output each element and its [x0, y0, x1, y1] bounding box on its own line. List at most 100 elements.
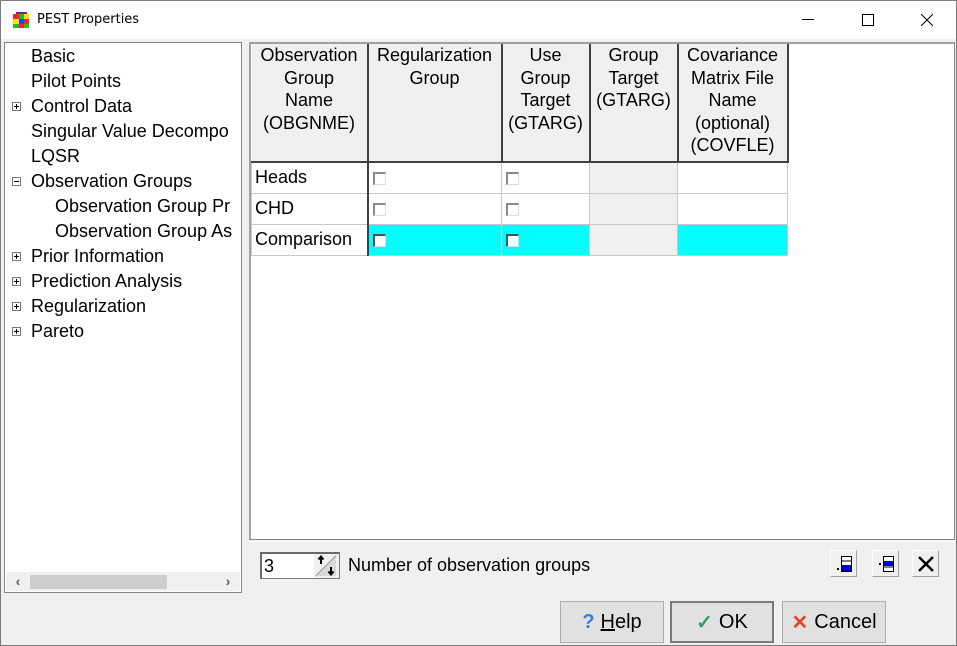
use-target-checkbox[interactable] — [506, 172, 519, 185]
tree-item-label: Singular Value Decompo — [31, 121, 229, 141]
scroll-left-icon[interactable]: ‹ — [8, 572, 28, 591]
tree-item[interactable]: Control Data — [12, 94, 133, 119]
tree-item[interactable]: Observation Groups — [12, 169, 193, 194]
close-button[interactable] — [898, 1, 956, 39]
insert-row-before-icon — [836, 555, 852, 572]
column-header-line: (GTARG) — [596, 90, 671, 110]
regularization-group-cell[interactable] — [367, 192, 502, 225]
insert-row-before-button[interactable] — [830, 550, 857, 577]
column-header-line: Name — [284, 90, 333, 110]
expand-plus-icon[interactable] — [12, 102, 21, 111]
table-row[interactable]: CHD — [251, 192, 788, 225]
collapse-minus-icon[interactable] — [12, 177, 21, 186]
covariance-file-cell[interactable] — [677, 161, 788, 194]
column-header-line: (OBGNME) — [263, 112, 355, 133]
tree-item[interactable]: Observation Group As — [55, 219, 232, 244]
expand-plus-icon[interactable] — [12, 252, 21, 261]
group-name-cell[interactable]: Comparison — [251, 223, 369, 256]
grid-controls-panel: 3 Number of observation groups — [249, 541, 955, 593]
tree-item[interactable]: Singular Value Decompo — [31, 119, 229, 144]
expand-plus-icon[interactable] — [12, 277, 21, 286]
regularization-group-cell[interactable] — [367, 223, 502, 256]
cancel-x-icon: ✕ — [791, 611, 809, 634]
spin-up-down-button[interactable] — [314, 554, 339, 578]
group-target-cell — [589, 161, 678, 194]
column-header[interactable]: Group Target (GTARG) — [588, 44, 679, 163]
group-name-cell[interactable]: Heads — [251, 161, 369, 194]
ok-button[interactable]: ✓ OK — [670, 601, 774, 643]
tree-item-label: Observation Groups — [31, 171, 193, 191]
tree-item[interactable]: LQSR — [31, 144, 80, 169]
tree-item[interactable]: Pareto — [12, 319, 85, 344]
tree-item[interactable]: Regularization — [12, 294, 147, 319]
table-row[interactable]: Heads — [251, 161, 788, 194]
regularization-checkbox[interactable] — [372, 233, 386, 247]
use-group-target-cell[interactable] — [501, 192, 590, 225]
column-header[interactable]: Observation Group Name (OBGNME) — [251, 44, 369, 163]
column-header-line: Group — [409, 67, 460, 88]
tree-item-label: Regularization — [31, 296, 147, 316]
column-header-line: Name — [708, 90, 757, 110]
column-header[interactable]: Regularization Group — [366, 44, 503, 163]
tree-item-label: Prediction Analysis — [31, 271, 183, 291]
insert-row-after-button[interactable] — [872, 550, 899, 577]
column-header-line: (COVFLE) — [690, 135, 775, 155]
group-count-spinner[interactable]: 3 — [260, 552, 340, 579]
expand-plus-icon[interactable] — [12, 302, 21, 311]
delete-row-button[interactable] — [912, 550, 939, 577]
tree-item[interactable]: Prior Information — [12, 244, 164, 269]
window-title: PEST Properties — [37, 12, 140, 27]
delete-row-icon — [917, 555, 934, 572]
use-group-target-cell[interactable] — [501, 161, 590, 194]
regularization-checkbox[interactable] — [372, 202, 386, 216]
covariance-file-cell[interactable] — [677, 223, 788, 256]
tree-item-label: Pareto — [31, 321, 85, 341]
ok-label: OK — [718, 610, 748, 633]
column-header-line: (GTARG) — [508, 112, 583, 133]
help-icon: ? — [582, 610, 595, 633]
tree-item[interactable]: Basic — [31, 44, 75, 69]
observation-groups-grid: Observation Group Name (OBGNME) Regularizati… — [249, 42, 955, 540]
tree-item-label: Observation Group As — [55, 221, 233, 241]
maximize-button[interactable] — [839, 1, 897, 39]
expand-plus-icon[interactable] — [12, 327, 21, 336]
close-icon — [921, 14, 933, 26]
group-name-cell[interactable]: CHD — [251, 192, 369, 225]
scroll-right-icon[interactable]: › — [218, 572, 238, 591]
tree-item[interactable]: Prediction Analysis — [12, 269, 183, 294]
properties-tree[interactable]: Pareto Regularization Prediction Analysis P… — [4, 42, 242, 593]
tree-horizontal-scrollbar[interactable]: ‹ › — [6, 572, 240, 591]
tree-item[interactable]: Pilot Points — [31, 69, 121, 94]
pest-properties-dialog: PEST Properties Pareto Regularization Pred… — [0, 0, 957, 646]
use-target-checkbox[interactable] — [506, 202, 519, 216]
use-target-checkbox[interactable] — [506, 233, 519, 247]
cancel-label: Cancel — [814, 610, 877, 633]
column-header[interactable]: Use Group Target (GTARG) — [500, 44, 591, 163]
maximize-icon — [862, 14, 874, 26]
cancel-button[interactable]: ✕ Cancel — [782, 601, 886, 643]
column-header-line: Observation — [260, 45, 358, 65]
title-bar: PEST Properties — [1, 1, 956, 39]
column-header-line: Group — [283, 67, 335, 88]
tree-item[interactable]: Observation Group Pr — [55, 194, 230, 219]
regularization-checkbox[interactable] — [372, 172, 386, 185]
group-count-value[interactable]: 3 — [264, 556, 274, 577]
scrollbar-thumb[interactable] — [30, 575, 167, 589]
regularization-group-cell[interactable] — [367, 161, 502, 194]
help-label: elp — [614, 610, 642, 633]
table-row[interactable]: Comparison — [251, 223, 788, 256]
column-header-line: Matrix File — [690, 67, 774, 88]
minimize-icon — [802, 19, 814, 20]
help-button[interactable]: ? Help — [560, 601, 664, 643]
tree-item-label: Control Data — [31, 96, 133, 116]
column-header-line: Group — [608, 45, 659, 65]
covariance-file-cell[interactable] — [677, 192, 788, 225]
column-header[interactable]: Covariance Matrix File Name (optional) (COVF… — [676, 44, 789, 163]
column-header-line: Target — [520, 90, 571, 110]
column-header-line: Use — [529, 45, 562, 65]
insert-row-after-icon — [878, 555, 894, 572]
minimize-button[interactable] — [779, 1, 837, 39]
column-header-line: (optional) — [694, 112, 771, 133]
column-header-line: Group — [520, 67, 571, 88]
use-group-target-cell[interactable] — [501, 223, 590, 256]
